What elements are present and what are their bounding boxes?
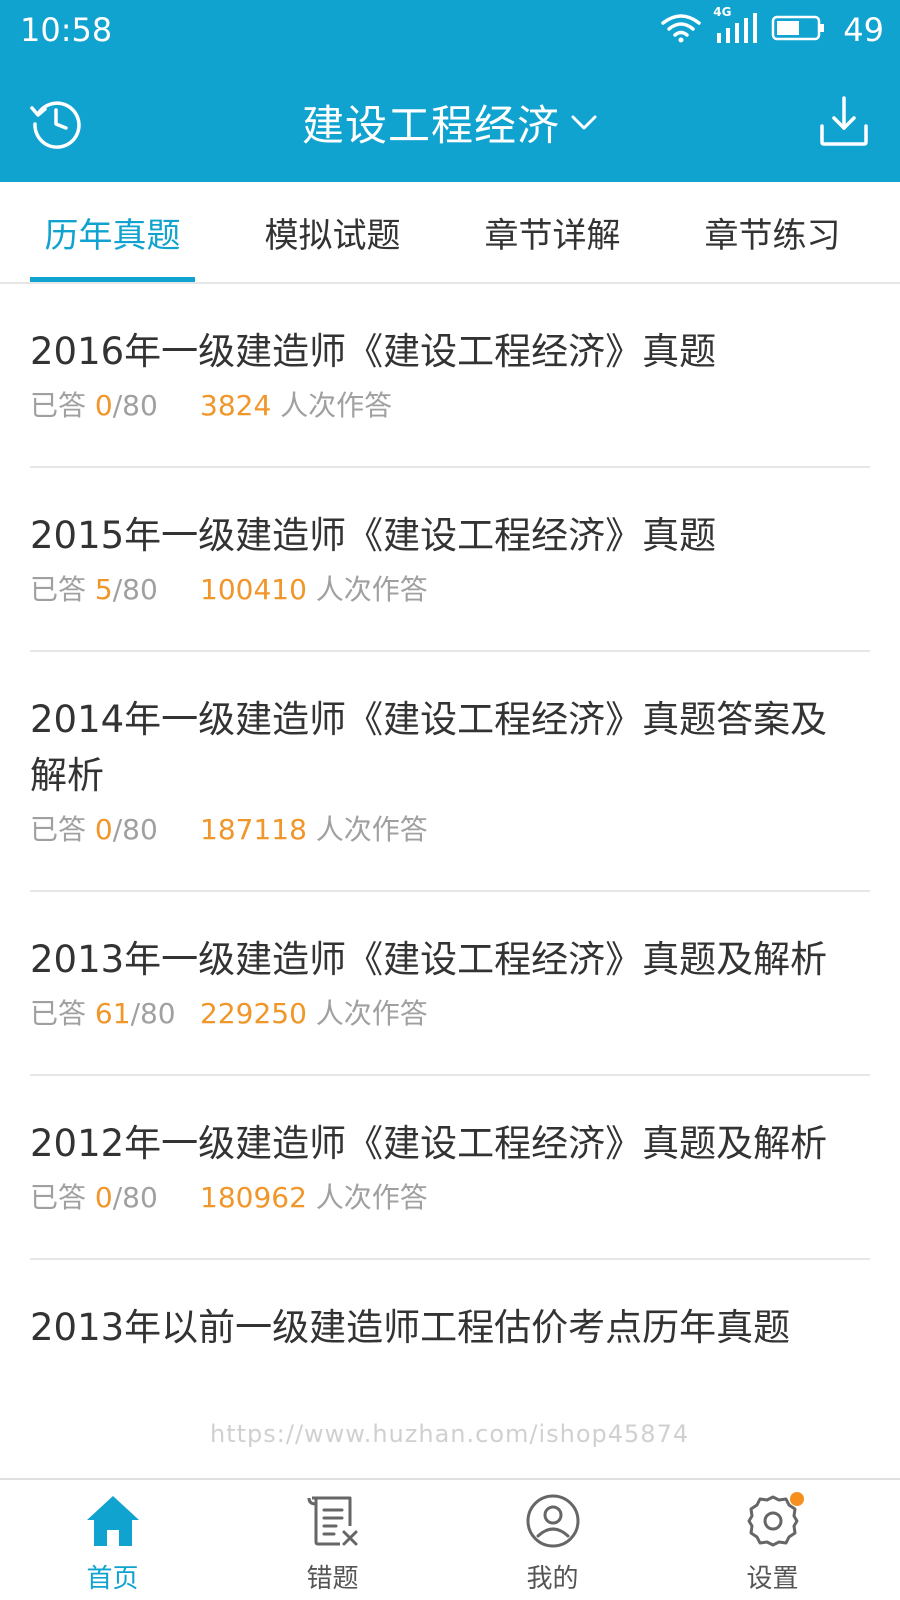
notification-badge (789, 1492, 804, 1506)
download-icon (816, 96, 872, 154)
watermark: https://www.huzhan.com/ishop45874 (210, 1420, 690, 1448)
battery-level: 49 (843, 11, 884, 49)
settings-icon (744, 1492, 804, 1550)
total-count: /80 (112, 813, 158, 846)
item-title: 2012年一级建造师《建设工程经济》真题及解析 (30, 1122, 828, 1165)
answered-count: 0 (94, 1181, 113, 1214)
item-meta: 已答 5/80 100410 人次作答 (30, 570, 870, 610)
attempts-count: 100410 (200, 573, 307, 606)
item-title: 2016年一级建造师《建设工程经济》真题 (30, 330, 717, 373)
attempts-label: 人次作答 (315, 573, 428, 606)
bottom-navigation: 首页 错题 我的 设置 (0, 1478, 900, 1600)
item-title: 2013年以前一级建造师工程估价考点历年真题 (30, 1306, 791, 1349)
item-title: 2015年一级建造师《建设工程经济》真题 (30, 514, 717, 557)
home-icon (84, 1492, 142, 1550)
answered-progress: 已答 5/80 (30, 570, 200, 610)
wrong-questions-icon (304, 1492, 362, 1550)
page-title: 建设工程经济 (301, 100, 560, 150)
tab-chapter-explanations[interactable]: 章节详解 (440, 182, 665, 282)
app-header: 建设工程经济 (0, 62, 900, 182)
item-meta: 已答 61/80 229250 人次作答 (30, 994, 870, 1034)
attempts-label: 人次作答 (315, 1181, 428, 1214)
list-item[interactable]: 2016年一级建造师《建设工程经济》真题 已答 0/80 3824 人次作答 (30, 284, 870, 468)
total-count: /80 (112, 573, 158, 606)
tab-past-exams[interactable]: 历年真题 (0, 182, 225, 282)
attempts: 187118 人次作答 (200, 810, 428, 850)
list-item[interactable]: 2015年一级建造师《建设工程经济》真题 已答 5/80 100410 人次作答 (30, 468, 870, 652)
status-indicators: 4G 49 (661, 5, 884, 50)
answered-label: 已答 (30, 573, 87, 606)
nav-wrong-questions-label: 错题 (306, 1564, 359, 1594)
tab-mock-exams[interactable]: 模拟试题 (220, 182, 445, 282)
attempts: 3824 人次作答 (200, 386, 392, 426)
answered-count: 0 (94, 389, 113, 422)
nav-wrong-questions[interactable]: 错题 (220, 1480, 445, 1600)
attempts: 100410 人次作答 (200, 570, 428, 610)
tab-chapter-practice[interactable]: 章节练习 (660, 182, 885, 282)
wifi-icon (661, 13, 702, 47)
attempts-label: 人次作答 (280, 389, 393, 422)
download-button[interactable] (816, 94, 872, 150)
item-meta: 已答 0/80 180962 人次作答 (30, 1178, 870, 1218)
active-tab-indicator (30, 277, 195, 282)
chevron-down-icon (570, 114, 598, 136)
attempts-count: 187118 (200, 813, 307, 846)
answered-label: 已答 (30, 813, 87, 846)
profile-icon (524, 1492, 582, 1550)
answered-count: 0 (94, 813, 113, 846)
item-meta: 已答 0/80 3824 人次作答 (30, 386, 870, 426)
list-item[interactable]: 2013年一级建造师《建设工程经济》真题及解析 已答 61/80 229250 … (30, 892, 870, 1076)
battery-icon (771, 14, 827, 46)
answered-progress: 已答 61/80 (30, 994, 200, 1034)
total-count: /80 (130, 997, 176, 1030)
item-meta: 已答 0/80 187118 人次作答 (30, 810, 870, 850)
attempts-count: 3824 (200, 389, 272, 422)
item-title: 2014年一级建造师《建设工程经济》真题答案及解析 (30, 698, 828, 797)
total-count: /80 (112, 1181, 158, 1214)
nav-profile-label: 我的 (526, 1564, 579, 1594)
answered-label: 已答 (30, 997, 87, 1030)
list-item[interactable]: 2013年以前一级建造师工程估价考点历年真题 (30, 1260, 870, 1396)
cellular-signal-icon: 4G (713, 5, 759, 49)
attempts-label: 人次作答 (315, 997, 428, 1030)
nav-settings[interactable]: 设置 (660, 1480, 885, 1600)
app-root: 10:58 4G 49 建设工程经济 历年真题 模拟试题 章节详解 章节练习 2… (0, 0, 900, 1600)
attempts-label: 人次作答 (315, 813, 428, 846)
status-bar: 10:58 4G 49 (0, 0, 900, 62)
category-tabs: 历年真题 模拟试题 章节详解 章节练习 (0, 182, 900, 284)
answered-progress: 已答 0/80 (30, 1178, 200, 1218)
exam-list: 2016年一级建造师《建设工程经济》真题 已答 0/80 3824 人次作答 2… (0, 284, 900, 1396)
attempts-count: 229250 (200, 997, 307, 1030)
answered-count: 5 (94, 573, 113, 606)
nav-settings-label: 设置 (746, 1564, 799, 1594)
total-count: /80 (112, 389, 158, 422)
status-time: 10:58 (20, 11, 113, 49)
attempts-count: 180962 (200, 1181, 307, 1214)
attempts: 229250 人次作答 (200, 994, 428, 1034)
nav-profile[interactable]: 我的 (440, 1480, 665, 1600)
item-title: 2013年一级建造师《建设工程经济》真题及解析 (30, 938, 828, 981)
network-type: 4G (713, 5, 732, 19)
attempts: 180962 人次作答 (200, 1178, 428, 1218)
nav-home-label: 首页 (86, 1564, 139, 1594)
answered-progress: 已答 0/80 (30, 386, 200, 426)
answered-progress: 已答 0/80 (30, 810, 200, 850)
subject-selector[interactable]: 建设工程经济 (0, 92, 900, 152)
answered-count: 61 (94, 997, 131, 1030)
list-item[interactable]: 2014年一级建造师《建设工程经济》真题答案及解析 已答 0/80 187118… (30, 652, 870, 892)
answered-label: 已答 (30, 389, 87, 422)
answered-label: 已答 (30, 1181, 87, 1214)
list-item[interactable]: 2012年一级建造师《建设工程经济》真题及解析 已答 0/80 180962 人… (30, 1076, 870, 1260)
nav-home[interactable]: 首页 (0, 1480, 225, 1600)
